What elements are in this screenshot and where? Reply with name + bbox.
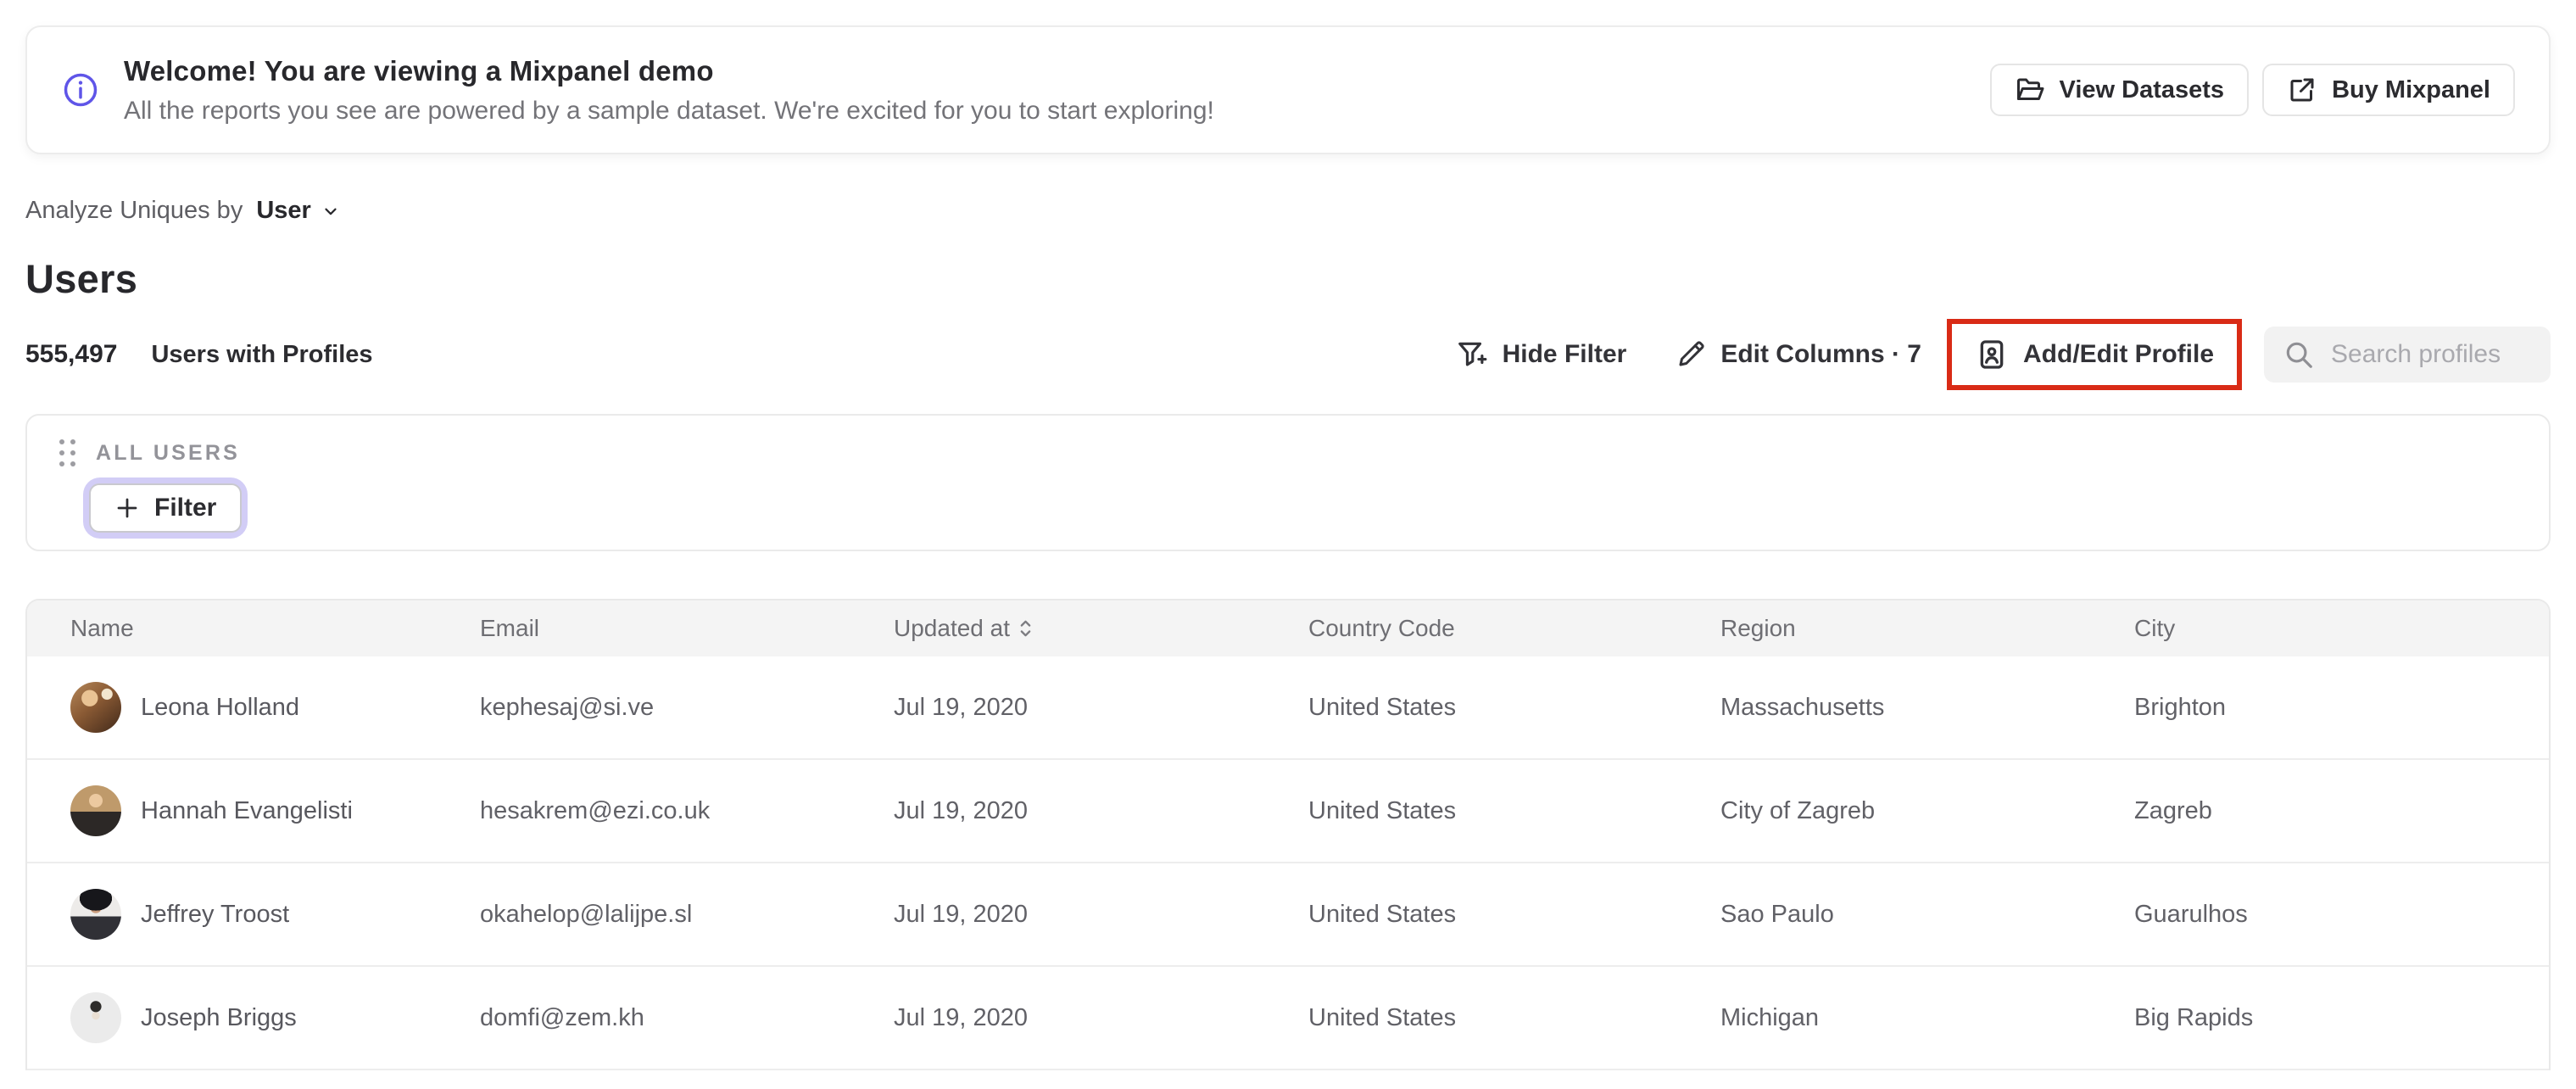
add-edit-profile-button[interactable]: Add/Edit Profile — [1975, 338, 2214, 371]
user-email: kephesaj@si.ve — [480, 693, 655, 721]
view-datasets-label: View Datasets — [2059, 75, 2225, 103]
add-filter-button[interactable]: Filter — [89, 483, 243, 533]
external-link-icon — [2287, 75, 2317, 105]
table-row[interactable]: Joseph Briggs domfi@zem.kh Jul 19, 2020 … — [27, 967, 2549, 1070]
info-icon — [63, 72, 98, 108]
column-header-email[interactable]: Email — [480, 615, 894, 642]
user-updated-at: Jul 19, 2020 — [894, 1003, 1029, 1031]
sort-icon — [1018, 617, 1033, 640]
user-city: Brighton — [2134, 693, 2227, 721]
drag-handle-icon[interactable] — [59, 439, 75, 466]
table-header-row: Name Email Updated at Country Code Regio… — [27, 600, 2549, 656]
hide-filter-label: Hide Filter — [1502, 340, 1627, 368]
user-region: City of Zagreb — [1720, 796, 1876, 824]
banner-subtitle: All the reports you see are powered by a… — [124, 96, 1214, 125]
avatar — [70, 889, 121, 940]
buy-mixpanel-button[interactable]: Buy Mixpanel — [2262, 64, 2515, 116]
user-name: Joseph Briggs — [141, 1003, 297, 1031]
user-name: Hannah Evangelisti — [141, 796, 353, 824]
all-users-group-label: ALL USERS — [96, 440, 241, 465]
user-region: Michigan — [1720, 1003, 1820, 1031]
edit-columns-label: Edit Columns · 7 — [1720, 340, 1921, 368]
add-edit-profile-annotation: Add/Edit Profile — [1947, 319, 2242, 390]
search-icon — [2283, 338, 2315, 371]
user-region: Sao Paulo — [1720, 900, 1834, 928]
column-header-country-code[interactable]: Country Code — [1308, 615, 1720, 642]
buy-mixpanel-label: Buy Mixpanel — [2332, 75, 2490, 103]
user-name: Jeffrey Troost — [141, 900, 290, 928]
table-row[interactable]: Leona Holland kephesaj@si.ve Jul 19, 202… — [27, 656, 2549, 760]
avatar — [70, 785, 121, 836]
filter-button-focus-ring: Filter — [83, 477, 248, 539]
column-header-city[interactable]: City — [2134, 615, 2549, 642]
profiles-count: 555,497 — [25, 340, 118, 368]
table-row[interactable]: Hannah Evangelisti hesakrem@ezi.co.uk Ju… — [27, 760, 2549, 863]
filter-funnel-icon — [1456, 338, 1488, 371]
chevron-down-icon — [321, 202, 340, 221]
analyze-uniques-row: Analyze Uniques by User — [25, 197, 2576, 225]
user-email: okahelop@lalijpe.sl — [480, 900, 693, 928]
pencil-icon — [1676, 339, 1706, 370]
user-updated-at: Jul 19, 2020 — [894, 693, 1029, 721]
plus-icon — [114, 495, 140, 521]
user-city: Zagreb — [2134, 796, 2212, 824]
user-city: Guarulhos — [2134, 900, 2248, 928]
user-updated-at: Jul 19, 2020 — [894, 796, 1029, 824]
view-datasets-button[interactable]: View Datasets — [1989, 64, 2250, 116]
user-region: Massachusetts — [1720, 693, 1885, 721]
column-header-region[interactable]: Region — [1720, 615, 2134, 642]
user-email: domfi@zem.kh — [480, 1003, 644, 1031]
edit-columns-button[interactable]: Edit Columns · 7 — [1676, 339, 1921, 370]
filter-card: ALL USERS Filter — [25, 414, 2551, 551]
avatar — [70, 682, 121, 733]
column-header-name[interactable]: Name — [70, 615, 480, 642]
column-header-updated-at[interactable]: Updated at — [894, 615, 1308, 642]
user-country: United States — [1308, 1003, 1457, 1031]
table-row[interactable]: Jeffrey Troost okahelop@lalijpe.sl Jul 1… — [27, 863, 2549, 967]
user-country: United States — [1308, 796, 1457, 824]
user-updated-at: Jul 19, 2020 — [894, 900, 1029, 928]
profile-badge-icon — [1975, 338, 2009, 371]
profiles-count-label: Users with Profiles — [151, 340, 373, 368]
user-country: United States — [1308, 900, 1457, 928]
user-email: hesakrem@ezi.co.uk — [480, 796, 711, 824]
user-country: United States — [1308, 693, 1457, 721]
page-title: Users — [25, 256, 138, 301]
add-edit-profile-label: Add/Edit Profile — [2023, 340, 2214, 368]
hide-filter-button[interactable]: Hide Filter — [1456, 338, 1627, 371]
welcome-banner: Welcome! You are viewing a Mixpanel demo… — [25, 25, 2551, 154]
user-name: Leona Holland — [141, 693, 300, 721]
analyze-by-dropdown[interactable]: User — [256, 197, 340, 225]
banner-title: Welcome! You are viewing a Mixpanel demo — [124, 54, 714, 87]
search-profiles-input[interactable] — [2331, 340, 2532, 369]
folder-icon — [2015, 75, 2045, 105]
analyze-uniques-label: Analyze Uniques by — [25, 197, 243, 224]
users-table: Name Email Updated at Country Code Regio… — [25, 599, 2551, 1070]
analyze-by-value: User — [256, 197, 311, 224]
add-filter-label: Filter — [154, 494, 217, 522]
user-city: Big Rapids — [2134, 1003, 2254, 1031]
avatar — [70, 992, 121, 1043]
search-profiles-box[interactable] — [2264, 327, 2551, 383]
